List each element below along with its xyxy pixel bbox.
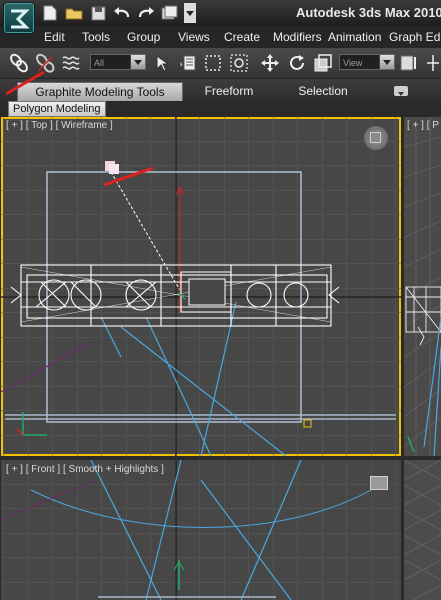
pivot-center-icon[interactable] — [398, 52, 420, 74]
title-bar: Autodesk 3ds Max 2010 — [0, 0, 441, 26]
window-title: Autodesk 3ds Max 2010 — [296, 5, 441, 20]
top-viewport-canvas — [1, 117, 401, 456]
reference-coordinate-value: View — [343, 58, 363, 68]
chevron-down-icon — [130, 55, 145, 69]
menu-graph-editors[interactable]: Graph Editors — [389, 30, 441, 44]
front-viewport-canvas — [1, 460, 401, 600]
menu-bar: Edit Tools Group Views Create Modifiers … — [0, 26, 441, 48]
perspective-viewport[interactable]: [ + ] [ P — [404, 117, 441, 456]
tab-selection[interactable]: Selection — [286, 82, 360, 101]
bottom-right-viewport[interactable] — [404, 460, 441, 600]
selection-filter-dropdown[interactable]: All — [90, 54, 146, 70]
project-folder-icon[interactable] — [160, 3, 180, 23]
menu-views[interactable]: Views — [178, 30, 210, 44]
save-icon[interactable] — [88, 3, 108, 23]
main-toolbar: All View — [0, 48, 441, 79]
perspective-viewport-label[interactable]: [ + ] [ P — [407, 120, 439, 131]
new-file-icon[interactable] — [40, 3, 60, 23]
dropdown-icon[interactable] — [184, 3, 196, 23]
open-folder-icon[interactable] — [64, 3, 84, 23]
window-crossing-icon[interactable] — [228, 52, 250, 74]
application-button[interactable] — [3, 2, 35, 34]
front-viewport[interactable]: [ + ] [ Front ] [ Smooth + Highlights ] — [1, 460, 401, 600]
top-viewport[interactable]: [ + ] [ Top ] [ Wireframe ] — [1, 117, 401, 456]
front-viewcube-icon[interactable] — [370, 476, 388, 490]
menu-animation[interactable]: Animation — [328, 30, 381, 44]
top-viewport-label[interactable]: [ + ] [ Top ] [ Wireframe ] — [6, 120, 113, 131]
annotation-stroke — [5, 70, 45, 96]
menu-modifiers[interactable]: Modifiers — [273, 30, 322, 44]
rotate-icon[interactable] — [286, 52, 308, 74]
chevron-down-icon — [379, 55, 394, 69]
reference-coordinate-dropdown[interactable]: View — [339, 54, 395, 70]
perspective-viewport-canvas — [404, 117, 441, 456]
polygon-modeling-panel[interactable]: Polygon Modeling — [8, 101, 106, 117]
scale-icon[interactable] — [312, 52, 334, 74]
move-icon[interactable] — [259, 52, 281, 74]
selection-filter-value: All — [94, 58, 105, 68]
menu-group[interactable]: Group — [127, 30, 160, 44]
select-by-name-icon[interactable] — [177, 52, 199, 74]
front-viewport-label[interactable]: [ + ] [ Front ] [ Smooth + Highlights ] — [6, 464, 164, 475]
bind-spacewarp-icon[interactable] — [60, 52, 82, 74]
select-and-manipulate-icon[interactable] — [422, 52, 441, 74]
menu-edit[interactable]: Edit — [44, 30, 65, 44]
quick-access-toolbar — [40, 3, 196, 23]
ribbon-bar: Graphite Modeling Tools Freeform Selecti… — [0, 79, 441, 101]
bottom-right-viewport-canvas — [404, 460, 441, 600]
rectangular-selection-icon[interactable] — [202, 52, 224, 74]
menu-tools[interactable]: Tools — [82, 30, 110, 44]
select-object-icon[interactable] — [152, 52, 174, 74]
tab-freeform[interactable]: Freeform — [192, 82, 266, 101]
viewcube-icon[interactable] — [364, 126, 388, 150]
redo-icon[interactable] — [136, 3, 156, 23]
undo-icon[interactable] — [112, 3, 132, 23]
menu-create[interactable]: Create — [224, 30, 260, 44]
ribbon-minimize-button[interactable] — [394, 86, 408, 96]
